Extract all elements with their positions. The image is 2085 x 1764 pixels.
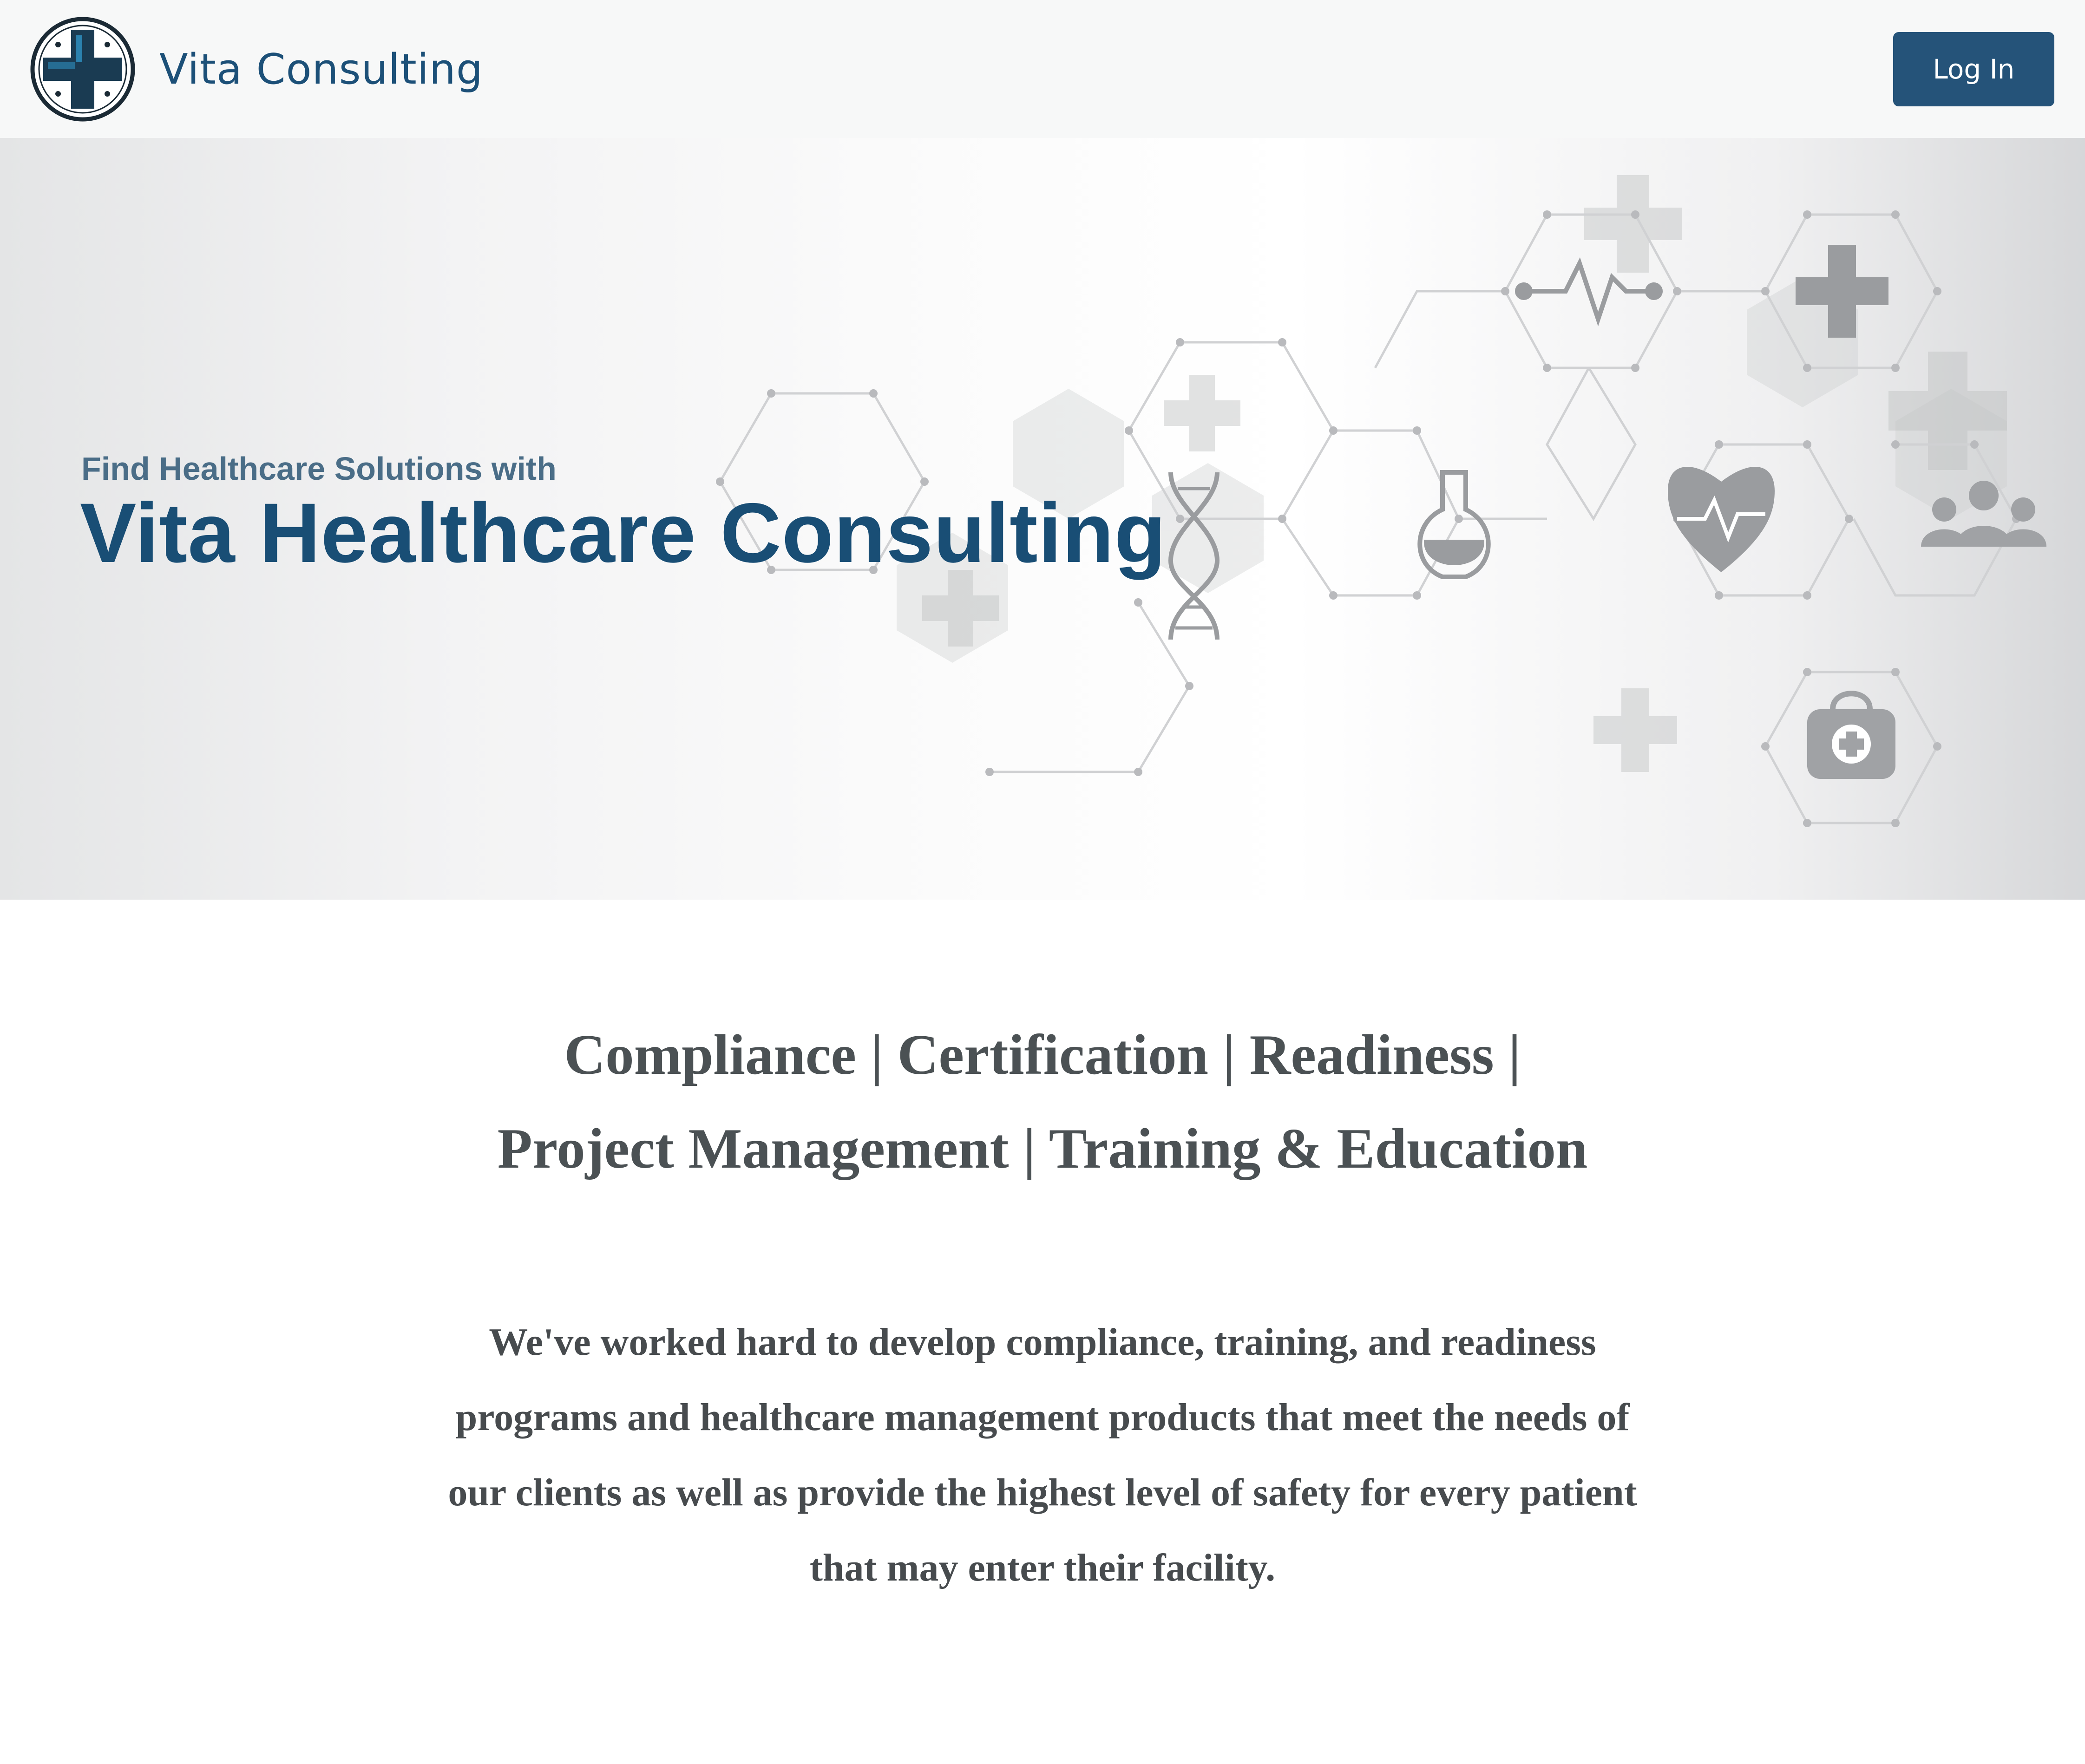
medical-cross-icon bbox=[30, 17, 135, 122]
hero-banner: Find Healthcare Solutions with Vita Heal… bbox=[0, 138, 2085, 900]
login-button[interactable]: Log In bbox=[1893, 32, 2054, 106]
intro-paragraph: We've worked hard to develop compliance,… bbox=[448, 1320, 1637, 1589]
top-navbar: Vita Consulting Log In bbox=[0, 0, 2085, 138]
flask-icon bbox=[1417, 470, 1491, 579]
first-aid-kit-icon bbox=[1807, 691, 1895, 779]
brand[interactable]: Vita Consulting bbox=[29, 16, 483, 123]
services-line-2: Project Management | Training & Educatio… bbox=[497, 1117, 1588, 1180]
services-line-1: Compliance | Certification | Readiness | bbox=[564, 1023, 1521, 1086]
services-heading: Compliance | Certification | Readiness |… bbox=[0, 1008, 2085, 1196]
brand-name: Vita Consulting bbox=[159, 45, 483, 94]
hero-title: Vita Healthcare Consulting bbox=[80, 485, 1167, 580]
hero-tagline: Find Healthcare Solutions with bbox=[81, 451, 557, 487]
